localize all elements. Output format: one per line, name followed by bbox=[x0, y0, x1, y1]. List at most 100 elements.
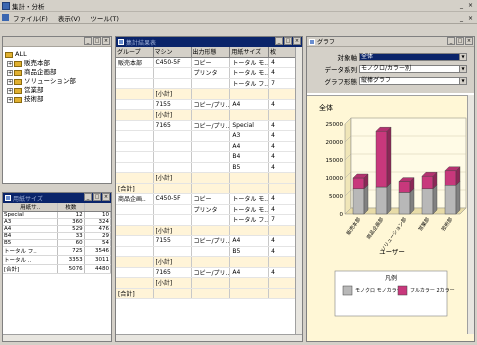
table-cell bbox=[153, 151, 192, 163]
chevron-down-icon[interactable]: ▼ bbox=[459, 53, 466, 60]
tree-min-button[interactable]: _ bbox=[84, 37, 92, 45]
column-header[interactable]: 枚数 bbox=[57, 203, 85, 212]
bar-0-3[interactable] bbox=[421, 188, 434, 215]
app-titlebar[interactable]: 集計・分析 _ × bbox=[0, 0, 477, 12]
mdi-close-icon[interactable]: × bbox=[466, 14, 475, 23]
bar-1-3[interactable] bbox=[421, 175, 434, 189]
table-row[interactable]: B4 33 29 bbox=[3, 232, 111, 240]
table-row[interactable]: 7165 コピー/プリ.. A4 4 bbox=[116, 267, 300, 278]
bar-1-1[interactable] bbox=[375, 131, 388, 188]
detail-window-titlebar[interactable]: 集計結果表 _ □ × bbox=[116, 37, 302, 47]
bar-0-4[interactable] bbox=[444, 184, 457, 215]
bar-1-4[interactable] bbox=[444, 170, 457, 186]
tree-node-planning[interactable]: + 商品企画部 bbox=[7, 68, 76, 77]
minimize-button[interactable]: _ bbox=[457, 1, 466, 10]
table-cell: A4 bbox=[229, 235, 270, 247]
summary-close-icon[interactable]: × bbox=[102, 193, 110, 201]
tree-node-sales[interactable]: + 営業部 bbox=[7, 86, 76, 95]
bar-0-0[interactable] bbox=[352, 188, 365, 215]
chevron-down-icon[interactable]: ▼ bbox=[459, 77, 466, 84]
column-header[interactable]: グループ bbox=[116, 47, 154, 58]
menu-view[interactable]: 表示(V) bbox=[58, 13, 81, 23]
detail-min-button[interactable]: _ bbox=[275, 37, 283, 45]
application-window: 集計・分析 _ × ファイル(F) 表示(V) ツール(T) _ × _ □ × A… bbox=[0, 0, 477, 345]
table-cell bbox=[229, 183, 270, 194]
graph-window-titlebar[interactable]: グラフ _ □ × bbox=[307, 37, 474, 47]
table-row[interactable]: 販売本部 C450-5F コピー トータル モ.. 4 bbox=[116, 57, 300, 68]
tree-close-icon[interactable]: × bbox=[102, 37, 110, 45]
table-row[interactable]: 7155 コピー/プリ.. A4 4 bbox=[116, 235, 300, 247]
column-header[interactable]: 用紙サイズ bbox=[229, 47, 270, 58]
chevron-down-icon[interactable]: ▼ bbox=[459, 65, 466, 72]
table-row[interactable]: B4 4 bbox=[116, 151, 300, 163]
table-row[interactable]: [合計] bbox=[116, 183, 300, 194]
table-row[interactable]: A3 360 324 bbox=[3, 218, 111, 226]
graph-min-button[interactable]: _ bbox=[447, 37, 455, 45]
bar-0-2[interactable] bbox=[398, 192, 411, 215]
summary-min-button[interactable]: _ bbox=[84, 193, 92, 201]
tree-node-all[interactable]: ALL bbox=[5, 50, 76, 59]
table-row[interactable]: A3 4 bbox=[116, 130, 300, 142]
table-row[interactable]: トータル フ.. 7 bbox=[116, 214, 300, 226]
tree-max-button[interactable]: □ bbox=[93, 37, 101, 45]
table-row[interactable]: プリンタ トータル モ.. 4 bbox=[116, 204, 300, 215]
table-cell: B5 bbox=[229, 162, 270, 173]
vertical-scrollbar[interactable] bbox=[295, 47, 302, 334]
table-row[interactable]: A4 529 476 bbox=[3, 225, 111, 233]
tree-node-solution[interactable]: + ソリューション部 bbox=[7, 77, 76, 86]
close-icon[interactable]: × bbox=[466, 1, 475, 10]
graph-type-select[interactable]: 縦棒グラフ ▼ bbox=[359, 76, 467, 85]
column-header[interactable] bbox=[84, 203, 111, 212]
expand-icon[interactable]: + bbox=[7, 96, 13, 103]
detail-close-icon[interactable]: × bbox=[293, 37, 301, 45]
table-row[interactable]: プリンタ トータル モ.. 4 bbox=[116, 67, 300, 79]
axis-select[interactable]: 全体 ▼ bbox=[359, 52, 467, 61]
graph-close-icon[interactable]: × bbox=[465, 37, 473, 45]
summary-window-titlebar[interactable]: 用紙サイズ _ □ × bbox=[3, 193, 111, 203]
table-row[interactable]: B5 4 bbox=[116, 246, 300, 257]
table-row[interactable]: [小計] bbox=[116, 109, 300, 121]
table-row[interactable]: トータル フ.. 725 3546 bbox=[3, 246, 111, 256]
column-header[interactable]: 用紙サ.. bbox=[3, 203, 59, 212]
summary-max-button[interactable]: □ bbox=[93, 193, 101, 201]
vertical-scrollbar[interactable] bbox=[467, 95, 474, 334]
table-row[interactable]: [合計] bbox=[116, 288, 300, 299]
table-row[interactable]: [小計] bbox=[116, 225, 300, 236]
table-row[interactable]: 7165 コピー/プリ.. Special 4 bbox=[116, 120, 300, 131]
expand-icon[interactable]: + bbox=[7, 78, 13, 85]
table-row[interactable]: B5 4 bbox=[116, 162, 300, 173]
column-header[interactable]: マシン bbox=[153, 47, 192, 58]
detail-max-button[interactable]: □ bbox=[284, 37, 292, 45]
horizontal-scrollbar[interactable] bbox=[116, 334, 302, 341]
column-header[interactable]: 出力形態 bbox=[191, 47, 231, 58]
tree-window-titlebar[interactable]: _ □ × bbox=[3, 37, 111, 47]
menu-tools[interactable]: ツール(T) bbox=[90, 13, 119, 23]
table-row[interactable]: 商品企画.. C450-5F コピー トータル モ.. 4 bbox=[116, 193, 300, 205]
bar-1-0[interactable] bbox=[352, 177, 365, 190]
expand-icon[interactable]: + bbox=[7, 60, 13, 67]
tree-node-tech[interactable]: + 技術部 bbox=[7, 95, 76, 104]
table-cell bbox=[153, 130, 192, 142]
table-row[interactable]: [合計] 5076 4480 bbox=[3, 264, 111, 274]
table-row[interactable]: トータル フ.. 7 bbox=[116, 78, 300, 89]
table-row[interactable]: [小計] bbox=[116, 88, 300, 100]
mdi-minimize-button[interactable]: _ bbox=[457, 14, 466, 23]
table-row[interactable]: 7155 コピー/プリ.. A4 4 bbox=[116, 99, 300, 110]
table-row[interactable]: トータル .. 3353 3011 bbox=[3, 255, 111, 265]
table-row[interactable]: [小計] bbox=[116, 256, 300, 268]
bar-0-1[interactable] bbox=[375, 186, 388, 215]
table-row[interactable]: B5 60 54 bbox=[3, 239, 111, 247]
table-row[interactable]: Special 12 10 bbox=[3, 211, 111, 219]
detail-result-window: 集計結果表 _ □ × グループ マシン 出力形態 用紙サイズ 枚 販売本部 C450… bbox=[115, 36, 303, 342]
horizontal-scrollbar[interactable] bbox=[3, 334, 111, 341]
table-row[interactable]: [小計] bbox=[116, 172, 300, 184]
table-row[interactable]: A4 4 bbox=[116, 141, 300, 152]
menu-file[interactable]: ファイル(F) bbox=[13, 13, 48, 23]
series-select[interactable]: モノクロ/カラー別 ▼ bbox=[359, 64, 467, 73]
expand-icon[interactable]: + bbox=[7, 87, 13, 94]
expand-icon[interactable]: + bbox=[7, 69, 13, 76]
tree-node-sales-hq[interactable]: + 販売本部 bbox=[7, 59, 76, 68]
table-row[interactable]: [小計] bbox=[116, 277, 300, 289]
bar-1-2[interactable] bbox=[398, 181, 411, 193]
graph-max-button[interactable]: □ bbox=[456, 37, 464, 45]
